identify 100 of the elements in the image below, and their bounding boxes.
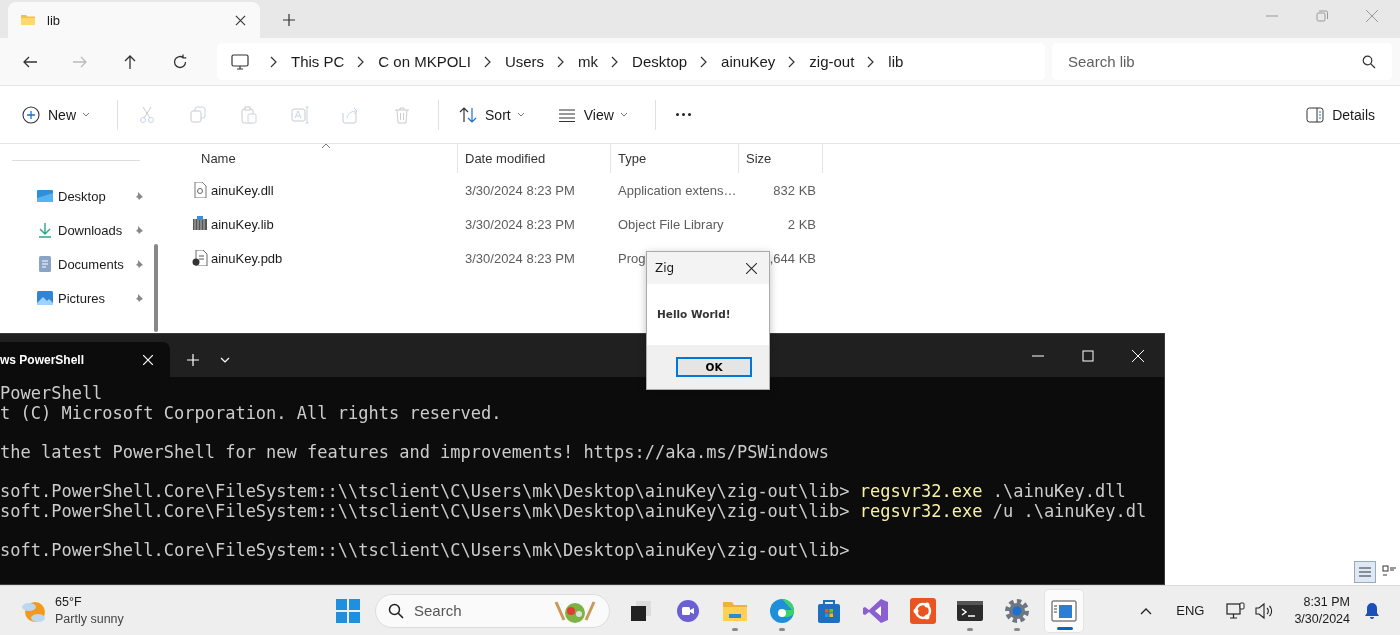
table-cell: 2 KB xyxy=(787,216,816,232)
chevron-icon xyxy=(482,55,491,68)
table-cell: 3/30/2024 8:23 PM xyxy=(465,216,575,232)
table-cell: 3/30/2024 8:23 PM xyxy=(465,182,575,198)
command-argument: /u .\ainuKey.dl xyxy=(992,500,1147,521)
plus-circle-icon xyxy=(22,105,40,124)
dialog-title: Zig xyxy=(655,261,675,275)
restore-icon[interactable] xyxy=(1316,10,1328,22)
breadcrumb-item[interactable]: C on MKPOLI xyxy=(378,53,471,70)
dialog-message: Hello World! xyxy=(657,308,731,320)
preview-taskbar-button[interactable] xyxy=(1044,588,1084,633)
chevron-icon xyxy=(556,55,565,68)
terminal-tab[interactable]: ws PowerShell xyxy=(0,342,170,377)
table-cell: ,644 KB xyxy=(769,250,816,266)
file-name[interactable]: ainuKey.dll xyxy=(211,182,274,198)
console-text: the latest PowerShell for new features and improvements! https://aka.ms/PSWindows xyxy=(0,441,830,462)
cut-icon xyxy=(138,105,156,124)
library-file-icon xyxy=(192,216,208,232)
data-file-icon xyxy=(192,250,208,266)
chat-icon xyxy=(675,597,701,624)
panel-icon xyxy=(1306,105,1325,124)
prompt-text: soft.PowerShell.Core\FileSystem::\\tsclient\C\Users\mk\Desktop\ainuKey\zig-out\lib> xyxy=(0,500,850,521)
chevron-icon xyxy=(787,55,796,68)
file-name[interactable]: ainuKey.lib xyxy=(211,216,274,232)
prompt-text: soft.PowerShell.Core\FileSystem::\\tsclient\C\Users\mk\Desktop\ainuKey\zig-out\lib> xyxy=(0,480,850,501)
caret-icon xyxy=(82,112,90,117)
breadcrumb-item[interactable]: ainuKey xyxy=(721,53,776,70)
rename-icon xyxy=(291,105,309,124)
prompt-text: soft.PowerShell.Core\FileSystem::\\tsclient\C\Users\mk\Desktop\ainuKey\zig-out\lib> xyxy=(0,539,850,560)
table-cell: 832 KB xyxy=(773,182,816,198)
file-name[interactable]: ainuKey.pdb xyxy=(211,250,283,266)
chevron-icon xyxy=(269,55,277,68)
chevron-icon xyxy=(866,55,875,68)
command-argument: .\ainuKey.dll xyxy=(992,480,1126,501)
close-icon[interactable] xyxy=(746,262,757,274)
table-cell: Application extens… xyxy=(618,182,737,198)
sidebar-item[interactable]: Desktop xyxy=(0,179,150,213)
caret-icon xyxy=(619,112,628,117)
search-field[interactable]: Search lib xyxy=(1052,43,1392,80)
clock[interactable]: 8:31 PM 3/30/2024 xyxy=(1294,593,1350,628)
copy-icon xyxy=(189,105,207,124)
breadcrumb-item[interactable]: lib xyxy=(888,53,904,70)
caret-icon xyxy=(516,112,525,117)
close-icon[interactable] xyxy=(235,14,246,26)
column-header[interactable]: Size xyxy=(739,144,823,173)
sidebar-item[interactable]: Pictures xyxy=(0,281,150,315)
table-cell: Object File Library xyxy=(618,216,724,232)
column-header[interactable]: Date modified xyxy=(458,144,611,173)
search-icon xyxy=(1362,55,1376,69)
up-arrow-icon[interactable] xyxy=(122,53,138,70)
gear-file-icon xyxy=(192,182,208,198)
desktop-icon xyxy=(37,188,53,204)
breadcrumb-item[interactable]: Users xyxy=(504,53,545,70)
weather-text: Partly sunny xyxy=(55,610,124,628)
view-button[interactable]: View xyxy=(547,96,638,133)
column-header[interactable]: Type xyxy=(611,144,739,173)
caret-icon[interactable] xyxy=(220,357,230,363)
edge-browser-icon xyxy=(769,597,795,624)
clipboard-icon xyxy=(240,105,258,124)
folder-icon xyxy=(20,12,36,28)
breadcrumb-item[interactable]: Desktop xyxy=(632,53,688,70)
temperature-text: 65°F xyxy=(55,593,83,611)
network-icon[interactable] xyxy=(1226,601,1247,620)
ok-button[interactable]: OK xyxy=(676,357,752,377)
sort-button[interactable]: Sort xyxy=(449,96,535,133)
new-tab-icon[interactable] xyxy=(283,14,295,26)
breadcrumb-item[interactable]: mk xyxy=(578,53,599,70)
store-bag-icon xyxy=(816,597,842,624)
scrollbar-thumb[interactable] xyxy=(154,244,158,332)
speaker-icon[interactable] xyxy=(1254,601,1275,620)
chevron-up-icon[interactable] xyxy=(1140,606,1153,615)
tab-title: lib xyxy=(47,12,61,28)
refresh-icon[interactable] xyxy=(172,53,188,70)
language-indicator[interactable]: ENG xyxy=(1176,603,1205,618)
folder-tab[interactable]: lib xyxy=(8,2,260,38)
active-indicator xyxy=(1057,626,1073,630)
new-button[interactable]: New xyxy=(12,96,100,133)
download-icon xyxy=(37,222,53,238)
search-icon xyxy=(388,602,404,619)
breadcrumb-item[interactable]: This PC xyxy=(291,53,345,70)
breadcrumb-item[interactable]: zig-out xyxy=(809,53,855,70)
sidebar-item[interactable]: Documents xyxy=(0,247,150,281)
maximize-icon[interactable] xyxy=(1082,350,1094,362)
gear-icon xyxy=(1004,597,1030,624)
taskbar-search-field[interactable]: Search xyxy=(375,593,610,628)
address-bar[interactable]: This PC C on MKPOLI Users mk Desktop ainuKey zig-out lib xyxy=(217,43,1045,80)
chevron-icon xyxy=(356,55,365,68)
monitor-icon xyxy=(231,53,249,70)
console-text: PowerShell xyxy=(0,383,103,403)
start-icon[interactable] xyxy=(335,597,361,624)
document-icon xyxy=(37,256,53,272)
details-button[interactable]: Details xyxy=(1296,96,1385,133)
bell-icon[interactable] xyxy=(1364,601,1380,620)
share-icon xyxy=(342,105,360,124)
details-view-icon[interactable] xyxy=(1354,561,1376,583)
sidebar-item[interactable]: Downloads xyxy=(0,213,150,247)
ubuntu-icon xyxy=(910,597,936,624)
table-cell: 3/30/2024 8:23 PM xyxy=(465,250,575,266)
column-header[interactable]: Name xyxy=(165,144,458,173)
running-indicator xyxy=(967,627,973,631)
